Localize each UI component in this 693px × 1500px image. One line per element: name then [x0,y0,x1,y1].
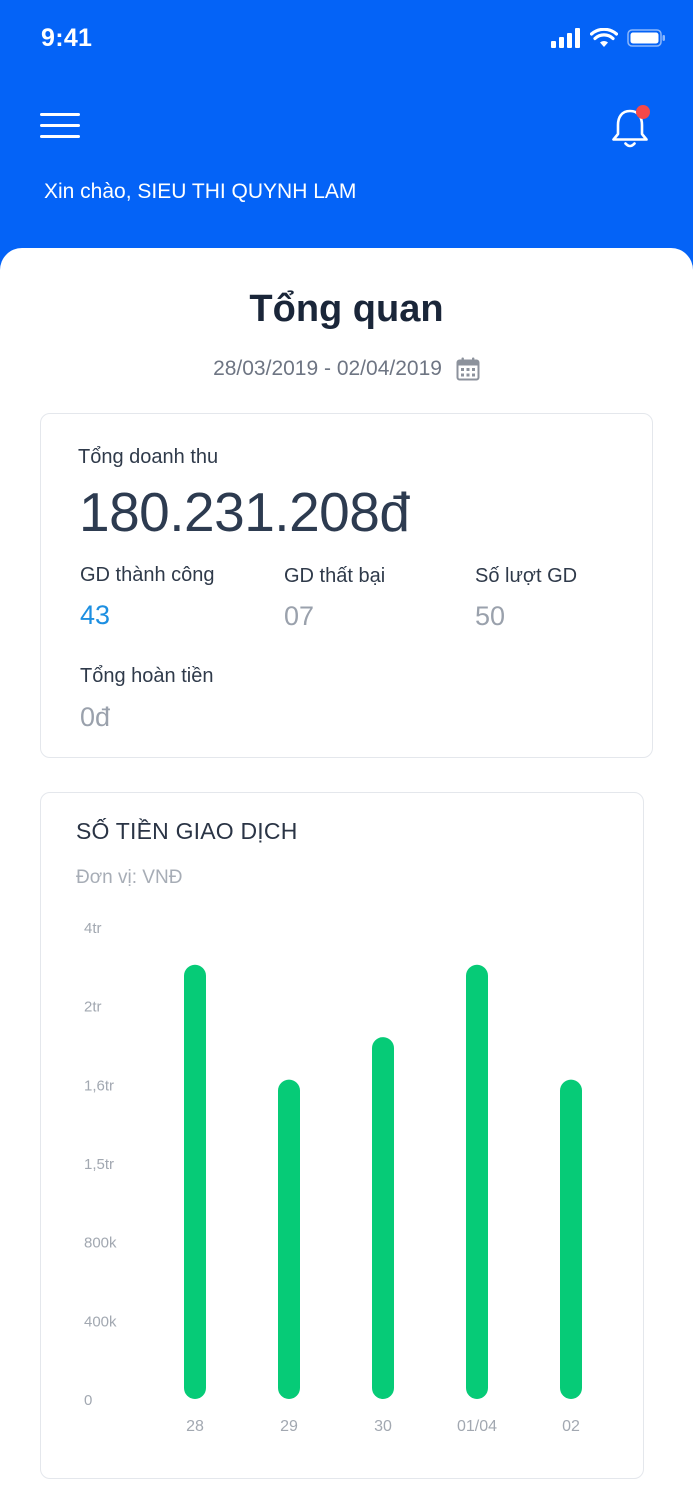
transaction-count-value: 50 [475,601,506,631]
wifi-icon [590,28,618,47]
total-refund-label: Tổng hoàn tiền [80,665,214,687]
failed-transactions-value: 07 [284,601,315,631]
x-axis-tick-label: 28 [186,1418,204,1435]
success-transactions-label: GD thành công [80,564,215,586]
menu-button[interactable] [38,110,84,142]
date-range-text: 28/03/2019 - 02/04/2019 [213,357,442,380]
greeting-text: Xin chào, SIEU THI QUYNH LAM [44,180,357,203]
total-refund-value: 0đ [80,702,111,732]
x-axis-tick-label: 01/04 [457,1418,497,1435]
success-transactions-value: 43 [80,600,111,630]
chart-bar[interactable] [278,1079,300,1399]
y-axis-tick-label: 4tr [84,920,102,937]
x-axis-tick-label: 02 [562,1418,580,1435]
hamburger-line [40,124,80,127]
y-axis-tick-label: 0 [84,1392,92,1409]
chart-bar[interactable] [372,1037,394,1399]
status-time: 9:41 [41,24,93,52]
y-axis-tick-label: 1,6tr [84,1077,114,1094]
status-icons [551,28,667,48]
hamburger-icon [40,113,80,116]
notification-badge [636,105,650,119]
bar-chart: 4tr 2tr 1,6tr 1,5tr 800k 400k 0 28 29 30 01/04 02 [84,920,582,1435]
y-axis-tick-label: 2tr [84,999,102,1016]
y-axis-tick-label: 400k [84,1313,117,1330]
y-axis-tick-label: 800k [84,1235,117,1252]
cellular-signal-icon [551,28,580,48]
transaction-amount-chart-card: SỐ TIỀN GIAO DỊCH Đơn vị: VNĐ 4tr 2tr 1,6t… [40,792,644,1479]
chart-bar[interactable] [184,964,206,1399]
transaction-count-label: Số lượt GD [475,565,578,587]
y-axis-tick-label: 1,5tr [84,1156,114,1173]
failed-transactions-label: GD thất bại [284,565,386,587]
chart-bar[interactable] [466,964,488,1399]
calendar-icon [456,357,480,381]
date-range-picker[interactable]: 28/03/2019 - 02/04/2019 [0,357,693,381]
app-header: 9:41 Xin chào, SIEU THI QUYNH LAM [0,0,693,290]
total-revenue-value: 180.231.208đ [79,481,410,543]
chart-bar[interactable] [560,1079,582,1399]
notification-button[interactable] [606,103,658,153]
x-axis-tick-label: 29 [280,1418,298,1435]
summary-card: Tổng doanh thu 180.231.208đ GD thành côn… [40,413,653,758]
hamburger-line [40,135,80,138]
page-title: Tổng quan [249,288,444,330]
total-revenue-label: Tổng doanh thu [78,446,219,468]
x-axis-tick-label: 30 [374,1418,392,1435]
bell-icon [612,109,648,148]
battery-icon [627,29,665,47]
